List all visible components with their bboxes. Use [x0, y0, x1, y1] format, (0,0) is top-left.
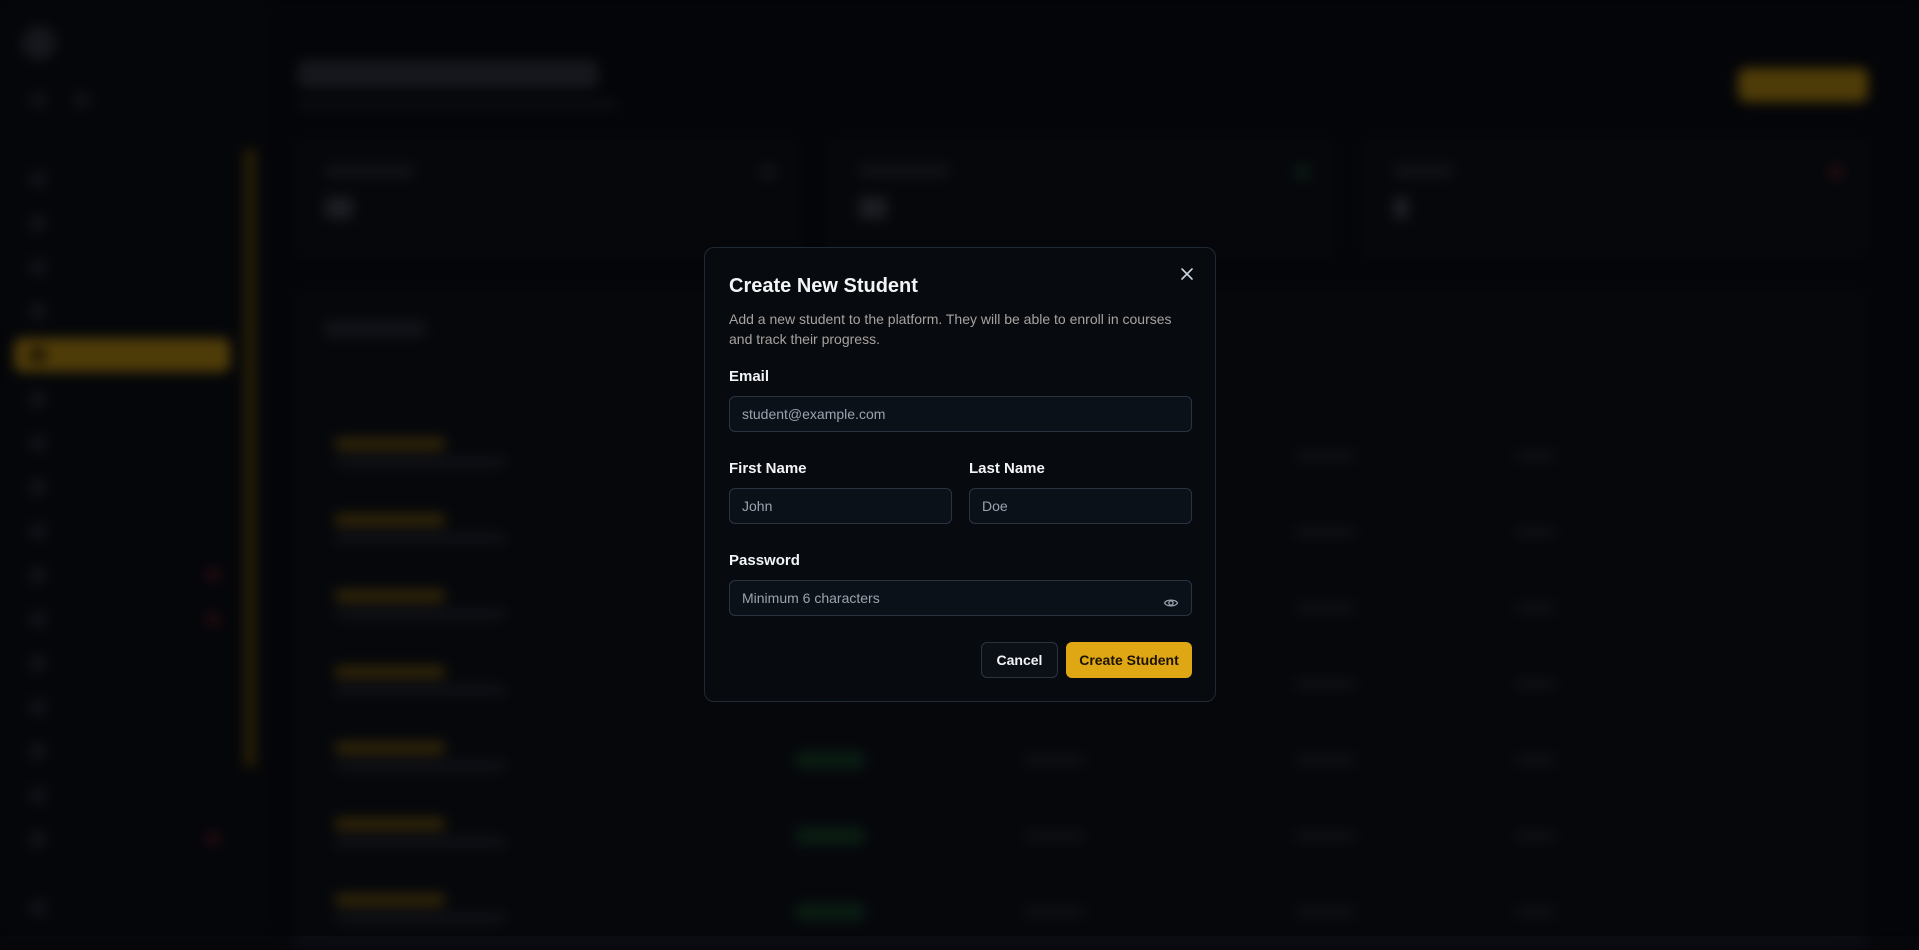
- last-name-label: Last Name: [969, 460, 1045, 477]
- password-label: Password: [729, 552, 800, 569]
- eye-icon: [1163, 599, 1179, 607]
- modal-description: Add a new student to the platform. They …: [729, 311, 1172, 347]
- create-student-button[interactable]: Create Student: [1066, 642, 1192, 678]
- close-icon: [1181, 268, 1193, 280]
- last-name-input[interactable]: [969, 488, 1192, 524]
- create-student-modal: Create New Student Add a new student to …: [704, 247, 1216, 702]
- first-name-input[interactable]: [729, 488, 952, 524]
- toggle-password-visibility-button[interactable]: [1159, 591, 1183, 615]
- cancel-button[interactable]: Cancel: [981, 642, 1058, 678]
- email-label: Email: [729, 368, 770, 385]
- email-input[interactable]: [729, 396, 1192, 432]
- first-name-label: First Name: [729, 460, 807, 477]
- password-input[interactable]: [729, 580, 1192, 616]
- close-button[interactable]: [1175, 262, 1199, 286]
- modal-title: Create New Student: [729, 275, 918, 297]
